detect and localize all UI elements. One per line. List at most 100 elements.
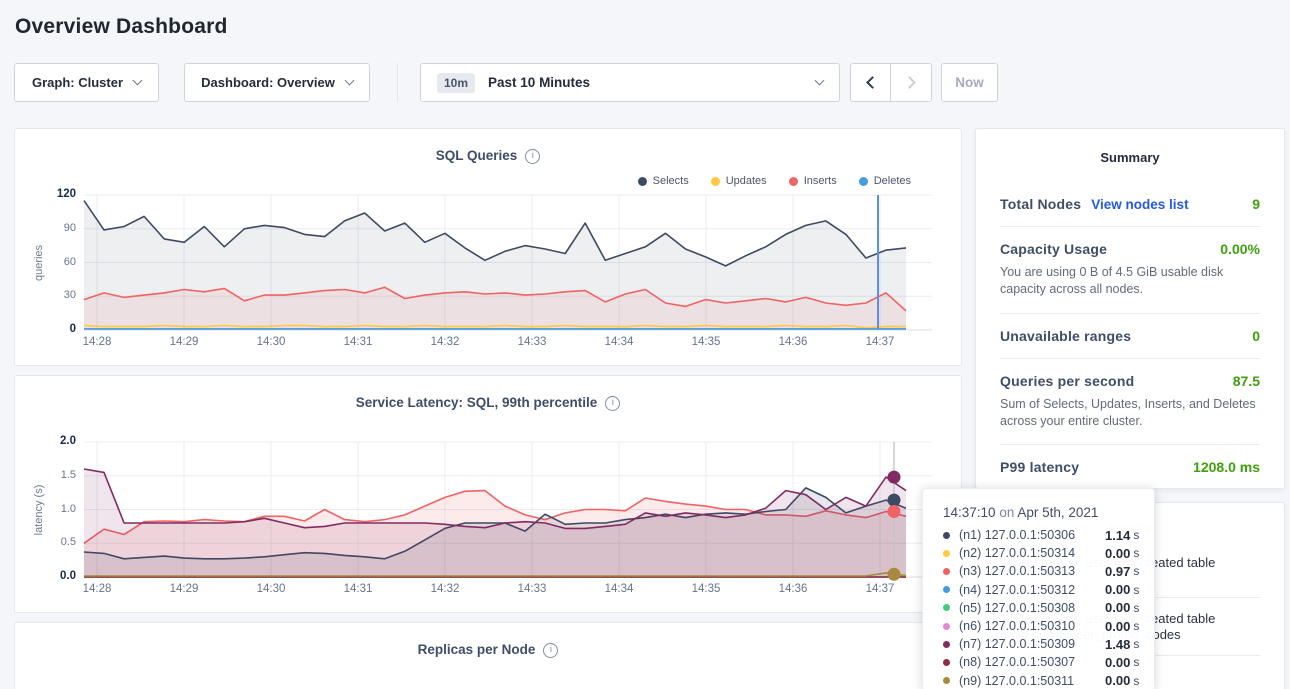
- legend-dot: [638, 177, 647, 186]
- y-axis-tick: 0.5: [34, 535, 76, 550]
- chevron-down-icon: [133, 76, 143, 86]
- graph-dropdown[interactable]: Graph: Cluster: [14, 63, 159, 102]
- x-axis-tick: 14:37: [850, 336, 910, 348]
- time-arrows: [850, 63, 932, 102]
- node-latency-value: 0.00: [1105, 655, 1130, 670]
- summary-row-head: Unavailable ranges 0: [1000, 328, 1260, 344]
- legend-item-updates[interactable]: Updates: [711, 175, 767, 187]
- summary-row-value: 87.5: [1233, 373, 1260, 389]
- node-address: (n6) 127.0.0.1:50310: [959, 619, 1105, 633]
- tooltip-row: (n7) 127.0.0.1:503091.48s: [943, 635, 1154, 653]
- node-latency-unit: s: [1133, 546, 1139, 560]
- controls-bar: Graph: Cluster Dashboard: Overview 10m P…: [14, 63, 1285, 102]
- controls-divider: [397, 63, 398, 102]
- x-axis-tick: 14:31: [328, 583, 388, 595]
- tooltip-row: (n6) 127.0.0.1:503100.00s: [943, 617, 1154, 635]
- node-address: (n1) 127.0.0.1:50306: [959, 528, 1105, 542]
- summary-panel: Summary Total Nodes View nodes list 9 Capac…: [975, 128, 1285, 489]
- node-address: (n9) 127.0.0.1:50311: [959, 674, 1105, 688]
- chevron-down-icon: [344, 76, 354, 86]
- node-latency-value: 0.00: [1105, 582, 1130, 597]
- chevron-left-icon: [866, 76, 879, 89]
- y-axis-tick: 120: [34, 187, 76, 202]
- node-color-dot: [943, 586, 950, 593]
- summary-row-description: Sum of Selects, Updates, Inserts, and De…: [1000, 396, 1260, 431]
- x-axis-tick: 14:32: [415, 583, 475, 595]
- now-button[interactable]: Now: [941, 63, 998, 102]
- graph-dropdown-label: Graph: Cluster: [32, 75, 123, 90]
- summary-row-title: Capacity Usage: [1000, 241, 1107, 257]
- time-range-badge: 10m: [437, 73, 475, 93]
- legend-item-selects[interactable]: Selects: [638, 175, 689, 187]
- time-range-label: Past 10 Minutes: [488, 75, 590, 90]
- tooltip-date: Apr 5th, 2021: [1017, 505, 1098, 520]
- y-axis-tick: 0.0: [34, 569, 76, 584]
- tooltip-row: (n8) 127.0.0.1:503070.00s: [943, 653, 1154, 671]
- summary-header: Summary: [1000, 129, 1260, 182]
- time-next-button[interactable]: [891, 63, 932, 102]
- chevron-down-icon: [815, 76, 825, 86]
- y-axis-tick: 0: [34, 322, 76, 337]
- legend-item-deletes[interactable]: Deletes: [859, 175, 911, 187]
- tooltip-time: 14:37:10: [943, 505, 996, 520]
- summary-row-head: Queries per second 87.5: [1000, 373, 1260, 389]
- y-axis-label: queries: [33, 244, 45, 280]
- dashboard-dropdown[interactable]: Dashboard: Overview: [184, 63, 370, 102]
- chevron-right-icon: [903, 76, 916, 89]
- summary-row-value: 1208.0 ms: [1193, 459, 1260, 475]
- x-axis-tick: 14:30: [241, 336, 301, 348]
- info-icon[interactable]: [543, 643, 558, 658]
- x-axis-tick: 14:28: [67, 336, 127, 348]
- summary-row-value: 0.00%: [1220, 241, 1260, 257]
- chart-title-row: Service Latency: SQL, 99th percentile: [15, 376, 961, 411]
- summary-row-title: Unavailable ranges: [1000, 328, 1131, 344]
- tooltip-row: (n1) 127.0.0.1:503061.14s: [943, 526, 1154, 544]
- node-address: (n2) 127.0.0.1:50314: [959, 546, 1105, 560]
- summary-row-value: 9: [1252, 196, 1260, 212]
- chart-title-row: Replicas per Node: [15, 623, 961, 658]
- x-axis-tick: 14:34: [589, 336, 649, 348]
- node-latency-value: 1.48: [1105, 637, 1130, 652]
- chart-title: Replicas per Node: [418, 642, 536, 658]
- x-axis-tick: 14:35: [676, 336, 736, 348]
- panel-replicas-per-node: Replicas per Node: [14, 622, 962, 689]
- summary-row-title: Queries per second: [1000, 373, 1134, 389]
- dashboard-dropdown-label: Dashboard: Overview: [201, 75, 335, 90]
- chart-legend: Selects Updates Inserts Deletes: [638, 175, 911, 187]
- tooltip-row: (n2) 127.0.0.1:503140.00s: [943, 544, 1154, 562]
- node-latency-value: 0.00: [1105, 546, 1130, 561]
- node-latency-unit: s: [1133, 619, 1139, 633]
- sql-queries-chart[interactable]: 0306090120queries14:2814:2914:3014:3114:…: [84, 195, 932, 330]
- node-latency-value: 0.97: [1105, 564, 1130, 579]
- y-axis-tick: 2.0: [34, 434, 76, 449]
- time-range-dropdown[interactable]: 10m Past 10 Minutes: [420, 63, 840, 102]
- page-title: Overview Dashboard: [15, 15, 1285, 39]
- panel-service-latency: Service Latency: SQL, 99th percentile 0.…: [14, 375, 962, 613]
- summary-row-head: Total Nodes View nodes list 9: [1000, 196, 1260, 212]
- node-latency-unit: s: [1133, 583, 1139, 597]
- summary-row-head: Capacity Usage 0.00%: [1000, 241, 1260, 257]
- summary-row-title: P99 latency: [1000, 459, 1079, 475]
- info-icon[interactable]: [525, 149, 540, 164]
- y-axis-tick: 90: [34, 221, 76, 236]
- summary-rows: Total Nodes View nodes list 9 Capacity Usag…: [1000, 182, 1260, 489]
- legend-label: Updates: [726, 175, 767, 187]
- view-nodes-list-link[interactable]: View nodes list: [1091, 197, 1188, 212]
- summary-row-title: Total Nodes: [1000, 196, 1081, 212]
- node-address: (n3) 127.0.0.1:50313: [959, 564, 1105, 578]
- chart-title-row: SQL Queries: [15, 129, 961, 164]
- x-axis-tick: 14:36: [763, 336, 823, 348]
- x-axis-tick: 14:30: [241, 583, 301, 595]
- node-latency-unit: s: [1133, 655, 1139, 669]
- time-prev-button[interactable]: [850, 63, 891, 102]
- info-icon[interactable]: [605, 396, 620, 411]
- service-latency-chart[interactable]: 0.00.51.01.52.0latency (s)14:2814:2914:3…: [84, 442, 932, 577]
- legend-item-inserts[interactable]: Inserts: [789, 175, 837, 187]
- tooltip-row: (n5) 127.0.0.1:503080.00s: [943, 599, 1154, 617]
- legend-dot: [789, 177, 798, 186]
- summary-row-head: P99 latency 1208.0 ms: [1000, 459, 1260, 475]
- summary-row-value: 0: [1252, 328, 1260, 344]
- legend-dot: [859, 177, 868, 186]
- tooltip-row: (n4) 127.0.0.1:503120.00s: [943, 581, 1154, 599]
- node-latency-value: 0.00: [1105, 673, 1130, 688]
